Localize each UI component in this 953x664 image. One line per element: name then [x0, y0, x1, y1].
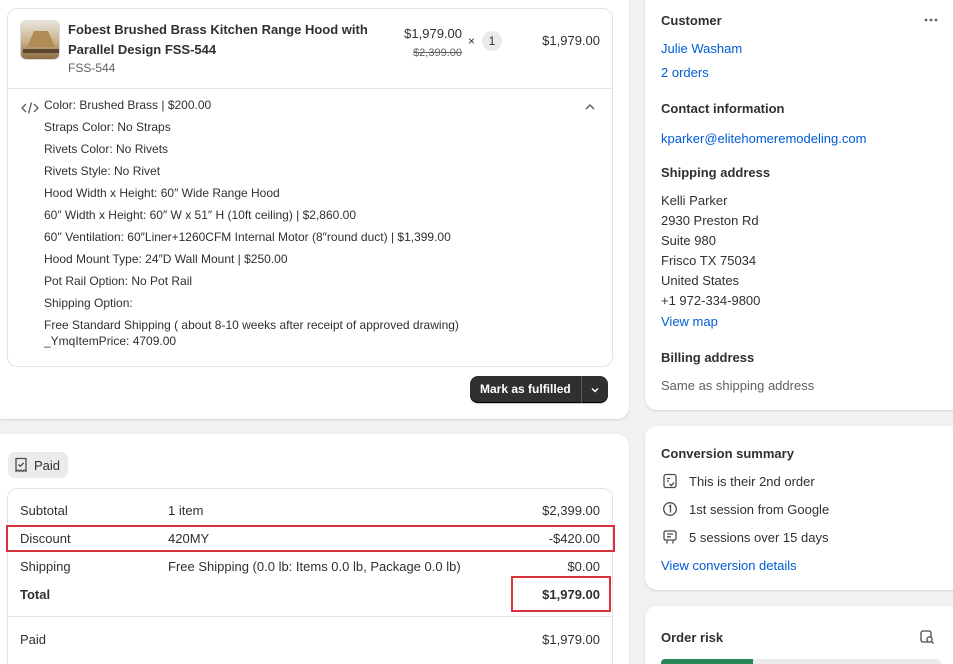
mark-as-fulfilled-label[interactable]: Mark as fulfilled: [470, 376, 581, 403]
address-line: 2930 Preston Rd: [661, 213, 759, 228]
product-title[interactable]: Fobest Brushed Brass Kitchen Range Hood …: [68, 20, 378, 60]
order-risk-heading: Order risk: [661, 630, 724, 645]
conversion-row: This is their 2nd order: [661, 472, 815, 490]
fulfill-options-button[interactable]: [582, 376, 608, 403]
receipt-check-icon: [15, 457, 27, 473]
original-price: $2,399.00: [413, 47, 462, 59]
product-sku: FSS-544: [68, 61, 116, 75]
order-count-icon: [663, 473, 677, 489]
address-line: United States: [661, 273, 740, 288]
paid-value: $1,979.00: [542, 632, 600, 647]
property: Hood Mount Type: 24″D Wall Mount | $250.…: [44, 252, 288, 266]
customer-name-link[interactable]: Julie Washam: [661, 41, 742, 56]
conversion-heading: Conversion summary: [661, 446, 794, 461]
address-line: Kelli Parker: [661, 193, 728, 208]
mark-as-fulfilled-button[interactable]: Mark as fulfilled: [470, 376, 608, 403]
property: Rivets Color: No Rivets: [44, 142, 169, 156]
billing-address-text: Same as shipping address: [661, 378, 815, 393]
property: Free Standard Shipping ( about 8-10 week…: [44, 318, 459, 348]
conversion-row-text: This is their 2nd order: [689, 473, 815, 489]
total-highlight: [511, 576, 611, 612]
conversion-row-text: 5 sessions over 15 days: [689, 529, 829, 545]
shipping-address-heading: Shipping address: [661, 165, 771, 180]
line-total: $1,979.00: [542, 33, 600, 48]
address-phone: +1 972-334-9800: [661, 293, 761, 308]
risk-analysis-icon[interactable]: [919, 629, 935, 645]
more-actions-icon[interactable]: [922, 13, 940, 27]
discount-highlight: [6, 525, 615, 552]
sessions-calendar-icon: [663, 530, 677, 544]
session-icon: [663, 502, 677, 516]
line-item-properties: Color: Brushed Brass | $200.00 Straps Co…: [44, 94, 584, 349]
conversion-row: 5 sessions over 15 days: [661, 528, 828, 546]
product-thumbnail[interactable]: [20, 20, 60, 60]
times-symbol: ×: [468, 34, 476, 48]
code-icon: [21, 102, 39, 114]
quantity-badge: 1: [482, 31, 502, 51]
shipping-label: Shipping: [20, 559, 71, 574]
property: Straps Color: No Straps: [44, 120, 171, 134]
chevron-down-icon: [591, 387, 599, 393]
customer-orders-link[interactable]: 2 orders: [661, 65, 709, 80]
customer-heading: Customer: [661, 13, 722, 28]
view-conversion-details-link[interactable]: View conversion details: [661, 558, 797, 573]
property: Hood Width x Height: 60″ Wide Range Hood: [44, 186, 280, 200]
subtotal-desc: 1 item: [168, 503, 204, 518]
address-line: Suite 980: [661, 233, 716, 248]
contact-heading: Contact information: [661, 101, 785, 116]
property: 60″ Width x Height: 60″ W x 51″ H (10ft …: [44, 208, 357, 222]
property: Pot Rail Option: No Pot Rail: [44, 274, 193, 288]
customer-email-link[interactable]: kparker@elitehomeremodeling.com: [661, 131, 866, 146]
chevron-up-icon[interactable]: [583, 100, 597, 114]
billing-address-heading: Billing address: [661, 350, 755, 365]
property: 60'' Ventilation: 60″Liner+1260CFM Inter…: [44, 230, 451, 244]
view-map-link[interactable]: View map: [661, 314, 718, 329]
total-label: Total: [20, 587, 51, 602]
paid-status-badge: Paid: [8, 452, 69, 478]
paid-label: Paid: [20, 632, 47, 647]
unit-price: $1,979.00: [404, 26, 462, 41]
property: Rivets Style: No Rivet: [44, 164, 161, 178]
subtotal-value: $2,399.00: [542, 503, 600, 518]
conversion-row: 1st session from Google: [661, 500, 829, 518]
conversion-row-text: 1st session from Google: [689, 501, 830, 517]
address-line: Frisco TX 75034: [661, 253, 757, 268]
property: Color: Brushed Brass | $200.00: [44, 98, 212, 112]
subtotal-label: Subtotal: [20, 503, 68, 518]
property: Shipping Option:: [44, 296, 133, 310]
shipping-desc: Free Shipping (0.0 lb: Items 0.0 lb, Pac…: [168, 559, 461, 574]
divider: [8, 88, 612, 89]
shipping-value: $0.00: [567, 559, 600, 574]
divider: [8, 616, 612, 617]
risk-level-fill: [661, 659, 754, 664]
paid-badge-label: Paid: [34, 457, 61, 473]
risk-level-bar: [661, 659, 941, 664]
